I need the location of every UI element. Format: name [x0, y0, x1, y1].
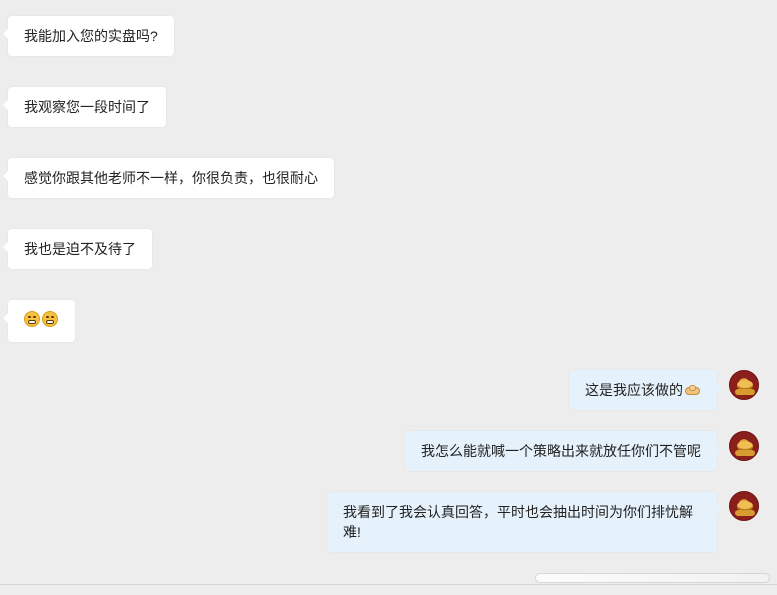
message-text: 我怎么能就喊一个策略出来就放任你们不管呢 [421, 443, 701, 459]
incoming-message-5 [3, 300, 75, 342]
incoming-message-3: 感觉你跟其他老师不一样，你很负责，也很耐心 [3, 158, 334, 198]
message-text: 我也是迫不及待了 [24, 241, 136, 257]
handshake-icon [684, 383, 701, 397]
chat-window: 我能加入您的实盘吗? 我观察您一段时间了 感觉你跟其他老师不一样，你很负责，也很… [0, 0, 777, 595]
incoming-message-2: 我观察您一段时间了 [3, 87, 166, 127]
grin-icon [24, 311, 40, 327]
user-avatar[interactable] [729, 491, 759, 521]
outgoing-message-2: 我怎么能就喊一个策略出来就放任你们不管呢 [405, 431, 722, 471]
outgoing-message-1: 这是我应该做的 [569, 370, 722, 410]
horizontal-scrollbar[interactable] [535, 573, 770, 583]
grin-icon [42, 311, 58, 327]
incoming-message-4: 我也是迫不及待了 [3, 229, 152, 269]
user-avatar[interactable] [729, 370, 759, 400]
message-text: 这是我应该做的 [585, 382, 683, 398]
user-avatar[interactable] [729, 431, 759, 461]
message-text: 我看到了我会认真回答，平时也会抽出时间为你们排忧解难! [343, 504, 693, 540]
incoming-message-1: 我能加入您的实盘吗? [3, 16, 174, 56]
bottom-divider [0, 584, 777, 585]
outgoing-message-3: 我看到了我会认真回答，平时也会抽出时间为你们排忧解难! [327, 492, 722, 552]
message-text: 我能加入您的实盘吗? [24, 28, 158, 44]
grin-icon-pair [24, 311, 58, 327]
message-text: 感觉你跟其他老师不一样，你很负责，也很耐心 [24, 170, 318, 186]
message-text: 我观察您一段时间了 [24, 99, 150, 115]
